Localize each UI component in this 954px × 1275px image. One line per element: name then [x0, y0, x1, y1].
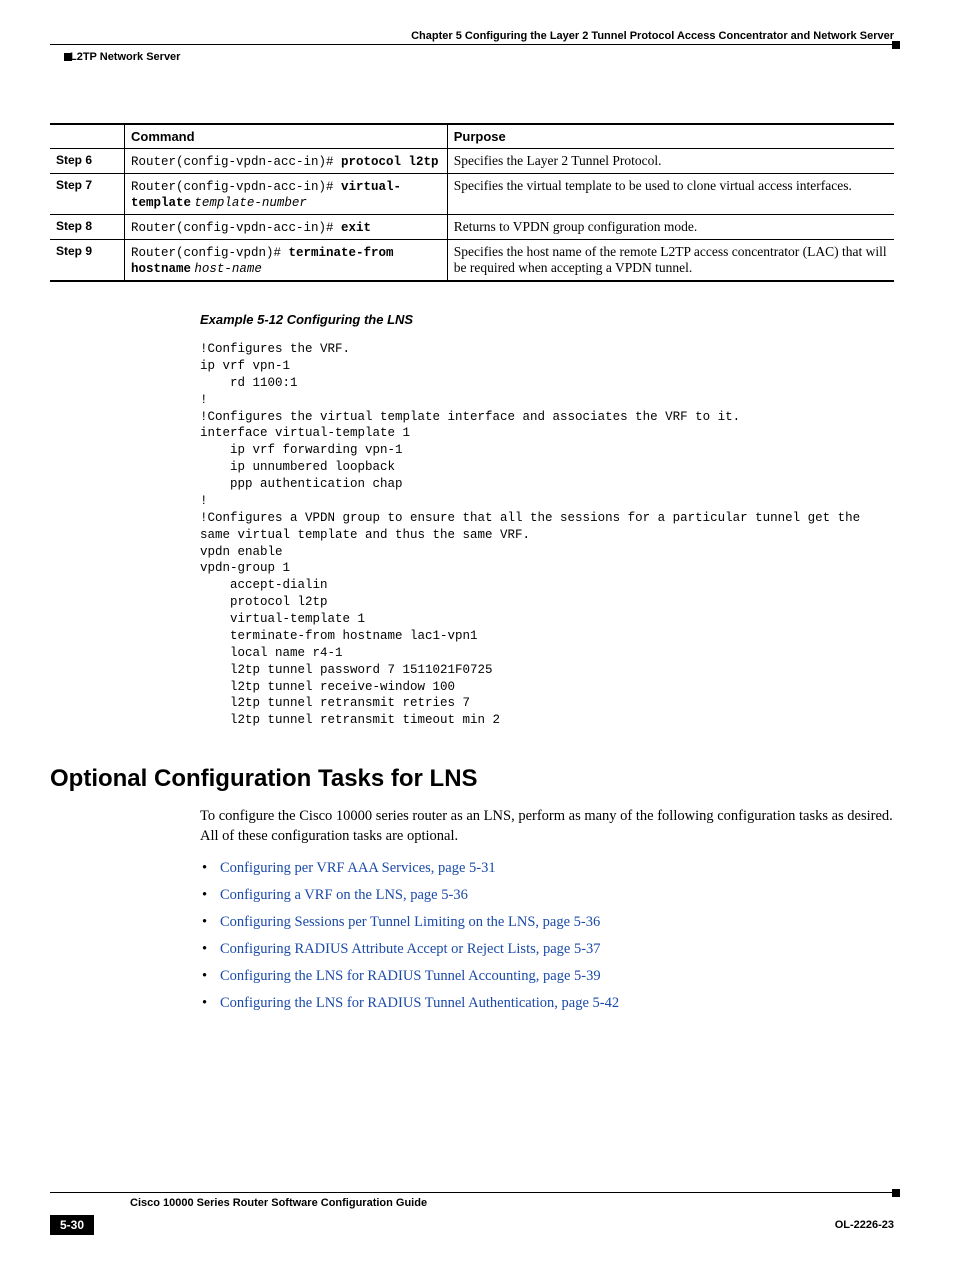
command-italic: template-number: [194, 196, 307, 210]
section-label: L2TP Network Server: [70, 51, 894, 63]
command-cell: Router(config-vpdn-acc-in)# protocol l2t…: [125, 149, 448, 174]
xref-link[interactable]: Configuring per VRF AAA Services, page 5…: [220, 860, 496, 876]
document-id: OL-2226-23: [835, 1219, 894, 1231]
step-cell: Step 8: [50, 215, 125, 240]
command-bold: protocol l2tp: [341, 155, 439, 169]
purpose-cell: Specifies the Layer 2 Tunnel Protocol.: [447, 149, 894, 174]
xref-link[interactable]: Configuring Sessions per Tunnel Limiting…: [220, 914, 600, 930]
xref-link[interactable]: Configuring the LNS for RADIUS Tunnel Au…: [220, 995, 619, 1011]
purpose-cell: Specifies the virtual template to be use…: [447, 174, 894, 215]
footer-rule: [50, 1192, 894, 1193]
prompt-text: Router(config-vpdn-acc-in)#: [131, 221, 341, 235]
table-row: Step 7 Router(config-vpdn-acc-in)# virtu…: [50, 174, 894, 215]
code-block: !Configures the VRF. ip vrf vpn-1 rd 110…: [200, 341, 894, 729]
table-header-step: [50, 124, 125, 149]
list-item: Configuring Sessions per Tunnel Limiting…: [220, 914, 894, 931]
section-label-text: L2TP Network Server: [70, 51, 180, 63]
xref-link[interactable]: Configuring a VRF on the LNS, page 5-36: [220, 887, 468, 903]
step-cell: Step 6: [50, 149, 125, 174]
xref-link[interactable]: Configuring RADIUS Attribute Accept or R…: [220, 941, 601, 957]
prompt-text: Router(config-vpdn-acc-in)#: [131, 180, 341, 194]
command-bold: exit: [341, 221, 371, 235]
table-header-row: Command Purpose: [50, 124, 894, 149]
command-table: Command Purpose Step 6 Router(config-vpd…: [50, 123, 894, 282]
square-icon: [64, 53, 72, 61]
table-row: Step 9 Router(config-vpdn)# terminate-fr…: [50, 240, 894, 282]
command-italic: host-name: [194, 262, 262, 276]
purpose-cell: Specifies the host name of the remote L2…: [447, 240, 894, 282]
header-rule: [50, 44, 894, 45]
list-item: Configuring RADIUS Attribute Accept or R…: [220, 941, 894, 958]
step-cell: Step 9: [50, 240, 125, 282]
command-cell: Router(config-vpdn)# terminate-from host…: [125, 240, 448, 282]
step-cell: Step 7: [50, 174, 125, 215]
chapter-label: Chapter 5 Configuring the Layer 2 Tunnel…: [50, 30, 894, 42]
page-container: Chapter 5 Configuring the Layer 2 Tunnel…: [0, 0, 954, 1275]
footer-row: 5-30 OL-2226-23: [50, 1215, 894, 1235]
purpose-cell: Returns to VPDN group configuration mode…: [447, 215, 894, 240]
list-item: Configuring the LNS for RADIUS Tunnel Ac…: [220, 968, 894, 985]
command-cell: Router(config-vpdn-acc-in)# exit: [125, 215, 448, 240]
example-title: Example 5-12 Configuring the LNS: [200, 312, 894, 327]
page-number: 5-30: [50, 1215, 94, 1235]
prompt-text: Router(config-vpdn)#: [131, 246, 289, 260]
command-cell: Router(config-vpdn-acc-in)# virtual-temp…: [125, 174, 448, 215]
section-heading: Optional Configuration Tasks for LNS: [50, 765, 894, 793]
list-item: Configuring a VRF on the LNS, page 5-36: [220, 887, 894, 904]
list-item: Configuring per VRF AAA Services, page 5…: [220, 860, 894, 877]
table-header-command: Command: [125, 124, 448, 149]
footer-guide-title: Cisco 10000 Series Router Software Confi…: [130, 1197, 894, 1209]
list-item: Configuring the LNS for RADIUS Tunnel Au…: [220, 995, 894, 1012]
table-row: Step 8 Router(config-vpdn-acc-in)# exit …: [50, 215, 894, 240]
link-list: Configuring per VRF AAA Services, page 5…: [220, 860, 894, 1012]
table-header-purpose: Purpose: [447, 124, 894, 149]
table-row: Step 6 Router(config-vpdn-acc-in)# proto…: [50, 149, 894, 174]
xref-link[interactable]: Configuring the LNS for RADIUS Tunnel Ac…: [220, 968, 601, 984]
body-text: To configure the Cisco 10000 series rout…: [200, 807, 894, 846]
prompt-text: Router(config-vpdn-acc-in)#: [131, 155, 341, 169]
